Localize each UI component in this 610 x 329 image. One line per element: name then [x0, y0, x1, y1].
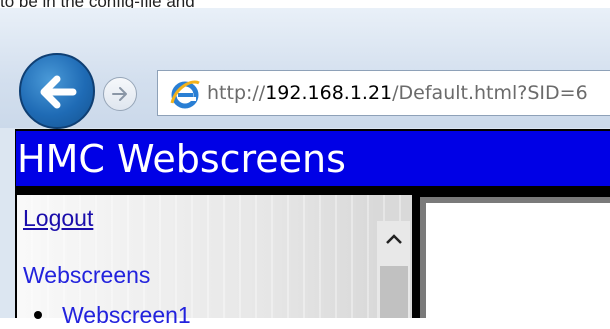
internet-explorer-icon	[170, 80, 200, 109]
page-title: HMC Webscreens	[17, 137, 346, 181]
sidebar-item-webscreen1[interactable]: Webscreen1	[62, 302, 191, 329]
webscreens-section-label: Webscreens	[23, 262, 151, 288]
back-arrow-icon	[40, 75, 77, 109]
url-prefix: http://	[207, 82, 266, 104]
forward-arrow-icon	[112, 87, 127, 101]
frame-divider	[412, 195, 420, 318]
address-url[interactable]: http://192.168.1.21/Default.html?SID=6	[207, 82, 588, 104]
chevron-up-icon	[386, 234, 402, 244]
scrollbar-thumb[interactable]	[380, 266, 408, 318]
logout-link[interactable]: Logout	[23, 205, 93, 232]
scroll-up-button[interactable]	[377, 221, 410, 259]
main-frame	[426, 203, 610, 318]
url-path: /Default.html?SID=6	[392, 82, 588, 104]
back-button[interactable]	[19, 53, 95, 129]
forward-button[interactable]	[103, 77, 137, 111]
url-host: 192.168.1.21	[265, 82, 393, 104]
